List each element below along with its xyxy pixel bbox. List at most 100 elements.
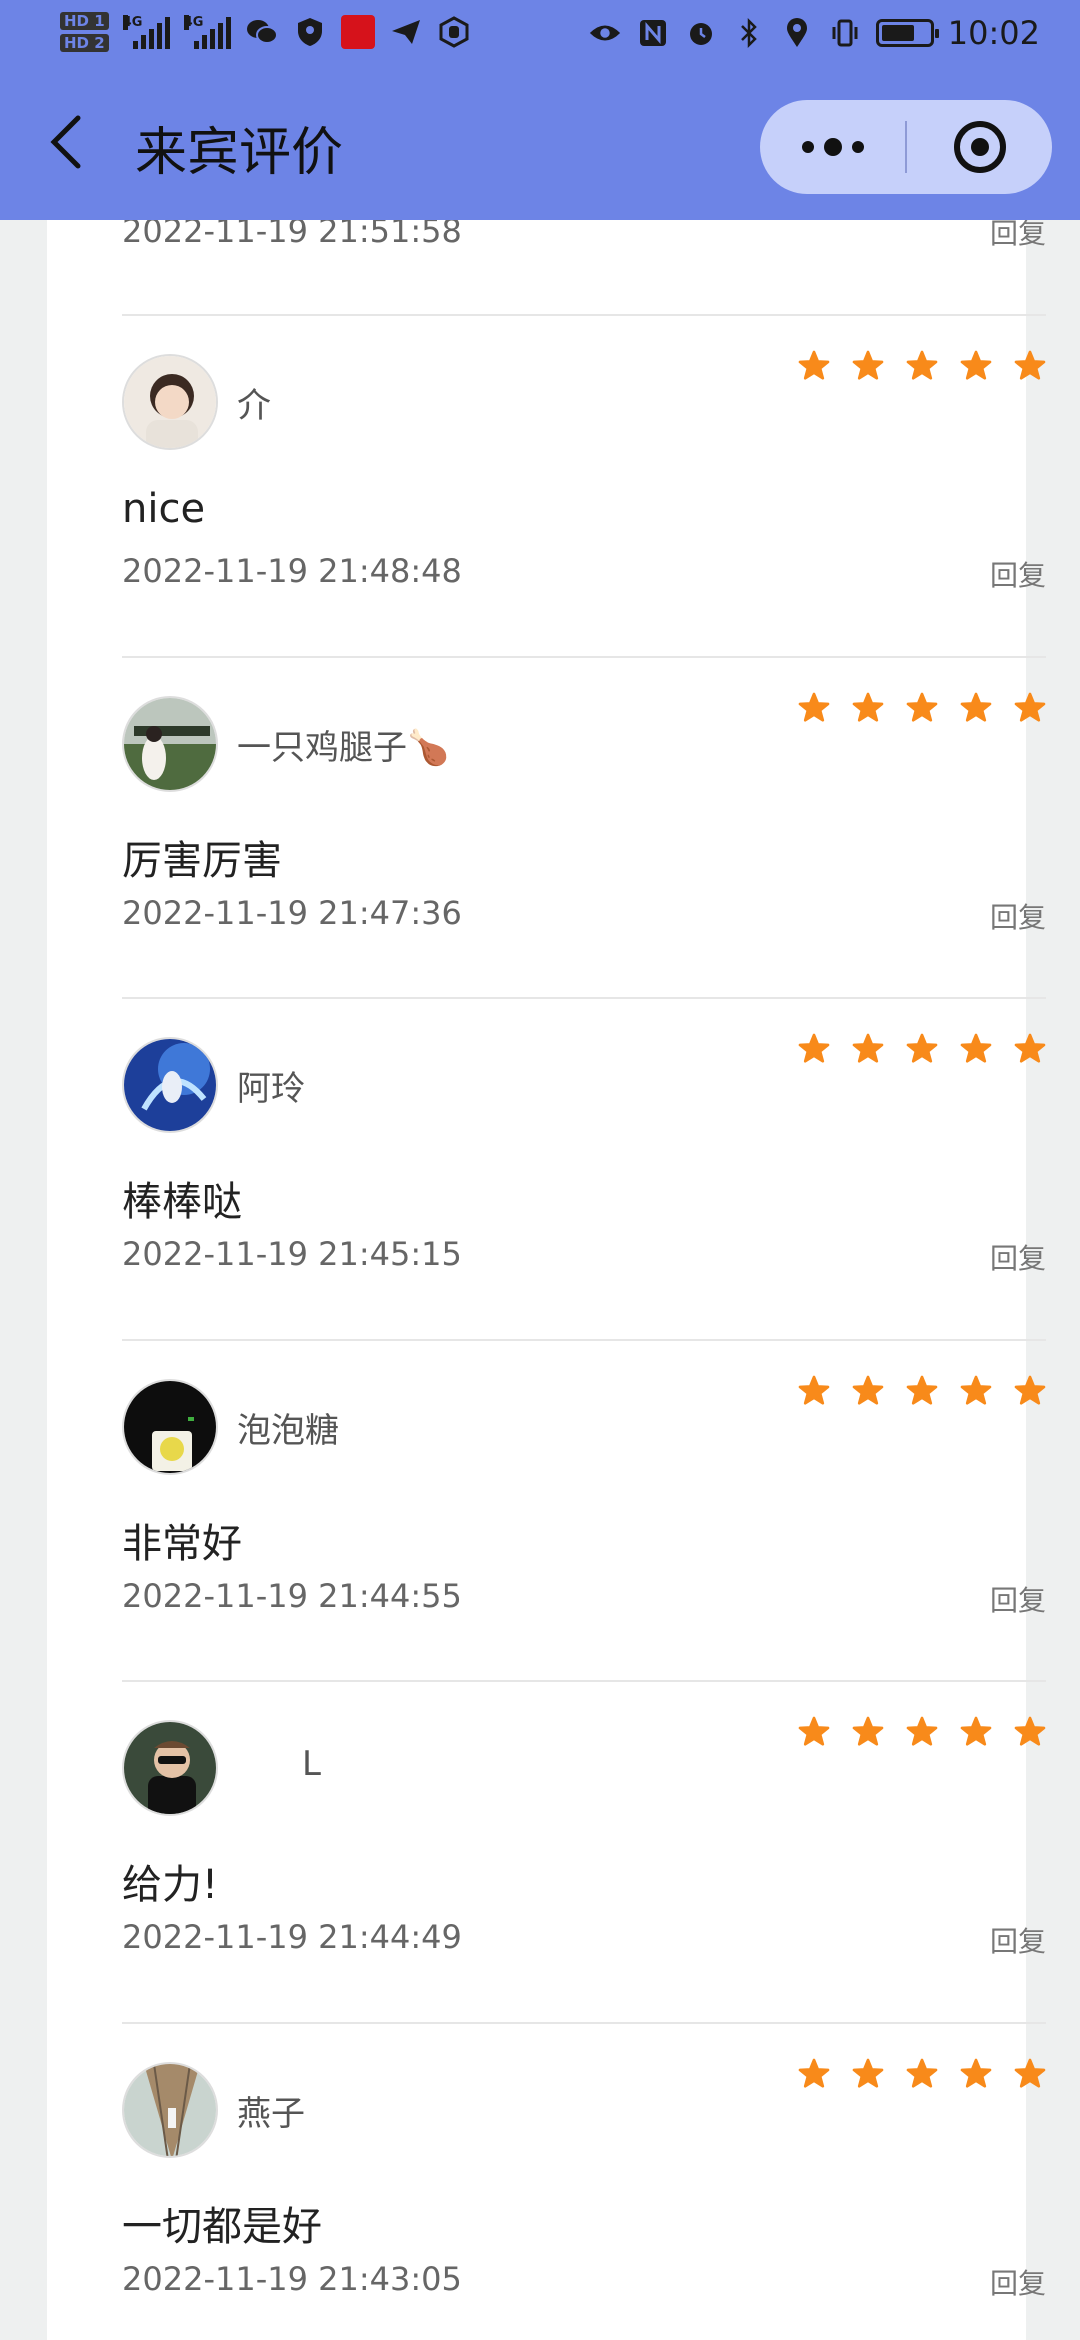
star-icon (798, 692, 830, 722)
rating-stars (798, 2058, 1046, 2090)
star-icon (852, 692, 884, 722)
avatar[interactable] (122, 354, 218, 450)
review-time: 2022-11-19 21:45:15 (122, 1235, 462, 1273)
review-time: 2022-11-19 21:47:36 (122, 893, 462, 932)
back-button[interactable] (40, 112, 90, 172)
star-icon (798, 350, 830, 380)
location-icon (780, 16, 814, 50)
star-icon (906, 1716, 938, 1746)
status-time: 10:02 (947, 14, 1040, 52)
close-mini-program-button[interactable] (907, 100, 1052, 194)
review-item: 燕子 一切都是好 2022-11-19 21:43:05 回复 (122, 2024, 1046, 2340)
reviewer-name: 阿玲 (237, 1069, 305, 1109)
alarm-icon (684, 16, 718, 50)
wechat-icon (245, 15, 279, 49)
star-icon (906, 350, 938, 380)
star-icon (798, 1375, 830, 1405)
reviewer-name: 一只鸡腿子🍗 (237, 727, 450, 768)
more-icon (801, 141, 814, 153)
review-item: 一只鸡腿子🍗 厉害厉害 2022-11-19 21:47:36 回复 (122, 658, 1046, 999)
review-list: 介 nice 2022-11-19 21:48:48 回复 一只鸡腿子🍗 厉害厉… (122, 316, 1046, 2340)
review-content: nice (122, 486, 206, 532)
hd-badge: HD 1 HD 2 (60, 12, 109, 52)
reviewer-name: L (302, 1744, 321, 1784)
review-time: 2022-11-19 21:44:55 (122, 1576, 462, 1615)
review-list-card: 2022-11-19 21:51:58 回复 介 nice 2022-11-19… (47, 0, 1046, 2340)
partial-review-item: 2022-11-19 21:51:58 回复 (122, 212, 1046, 316)
star-icon (906, 1033, 938, 1063)
signal-icon: 4G (122, 15, 170, 49)
more-button[interactable] (760, 100, 905, 194)
battery-icon (875, 19, 939, 47)
network-label: 4G (183, 15, 204, 30)
review-item: 介 nice 2022-11-19 21:48:48 回复 (122, 316, 1046, 658)
review-content: 棒棒哒 (122, 1179, 242, 1225)
rating-stars (798, 1375, 1046, 1407)
star-icon (1014, 2058, 1046, 2088)
target-icon (953, 121, 1006, 173)
reviewer-name: 泡泡糖 (237, 1410, 339, 1451)
star-icon (960, 350, 992, 380)
star-icon (852, 1033, 884, 1063)
hd2-label: HD 2 (60, 34, 109, 52)
avatar[interactable] (122, 695, 218, 792)
signal-icon: 4G (183, 15, 231, 49)
star-icon (960, 1375, 992, 1405)
more-icon-center (823, 138, 842, 156)
star-icon (906, 692, 938, 722)
review-item: L 给力! 2022-11-19 21:44:49 回复 (122, 1682, 1046, 2024)
star-icon (1014, 1375, 1046, 1405)
review-time: 2022-11-19 21:44:49 (122, 1918, 462, 1956)
reply-button[interactable]: 回复 (990, 1237, 1046, 1277)
star-icon (1014, 350, 1046, 380)
rating-stars (798, 1033, 1046, 1065)
star-icon (798, 1033, 830, 1063)
chevron-left-icon (50, 115, 81, 169)
study-app-icon (340, 15, 375, 49)
reply-button[interactable]: 回复 (990, 896, 1046, 936)
avatar[interactable] (122, 1037, 218, 1133)
review-time: 2022-11-19 21:48:48 (122, 552, 462, 590)
review-item: 泡泡糖 非常好 2022-11-19 21:44:55 回复 (122, 1341, 1046, 1682)
review-item: 阿玲 棒棒哒 2022-11-19 21:45:15 回复 (122, 999, 1046, 1341)
star-icon (852, 1375, 884, 1405)
page-title: 来宾评价 (135, 123, 344, 183)
reviewer-name: 燕子 (237, 2093, 305, 2134)
status-left-icons: HD 1 HD 2 4G 4G (60, 12, 471, 52)
star-icon (906, 2058, 938, 2088)
star-icon (960, 692, 992, 722)
vibrate-icon (828, 16, 862, 50)
bluetooth-icon (732, 16, 766, 50)
reply-button[interactable]: 回复 (990, 1579, 1046, 1619)
eye-icon (588, 16, 622, 50)
mini-program-capsule (760, 100, 1052, 194)
reply-button[interactable]: 回复 (990, 1920, 1046, 1960)
reviewer-name: 介 (237, 386, 271, 426)
avatar[interactable] (122, 1378, 218, 1475)
shield-icon (293, 15, 327, 49)
hand-icon (437, 15, 471, 49)
status-right-icons: 10:02 (588, 14, 1040, 52)
reply-button[interactable]: 回复 (990, 2262, 1046, 2302)
star-icon (852, 350, 884, 380)
star-icon (906, 1375, 938, 1405)
reply-button[interactable]: 回复 (990, 554, 1046, 594)
status-bar: HD 1 HD 2 4G 4G 10:02 (0, 0, 1080, 76)
review-content: 给力! (122, 1862, 219, 1908)
star-icon (1014, 1033, 1046, 1063)
star-icon (852, 2058, 884, 2088)
review-content: 一切都是好 (122, 2203, 322, 2250)
star-icon (960, 1033, 992, 1063)
nav-bar: 来宾评价 (0, 90, 1080, 210)
star-icon (798, 1716, 830, 1746)
rating-stars (798, 350, 1046, 382)
review-content: 非常好 (122, 1520, 242, 1567)
rating-stars (798, 1716, 1046, 1748)
nfc-icon (636, 16, 670, 50)
avatar[interactable] (122, 2061, 218, 2158)
avatar[interactable] (122, 1720, 218, 1816)
review-time: 2022-11-19 21:43:05 (122, 2259, 462, 2298)
rating-stars (798, 692, 1046, 724)
network-label: 4G (122, 15, 143, 30)
app-header: HD 1 HD 2 4G 4G 10:02 来宾评价 (0, 0, 1080, 220)
